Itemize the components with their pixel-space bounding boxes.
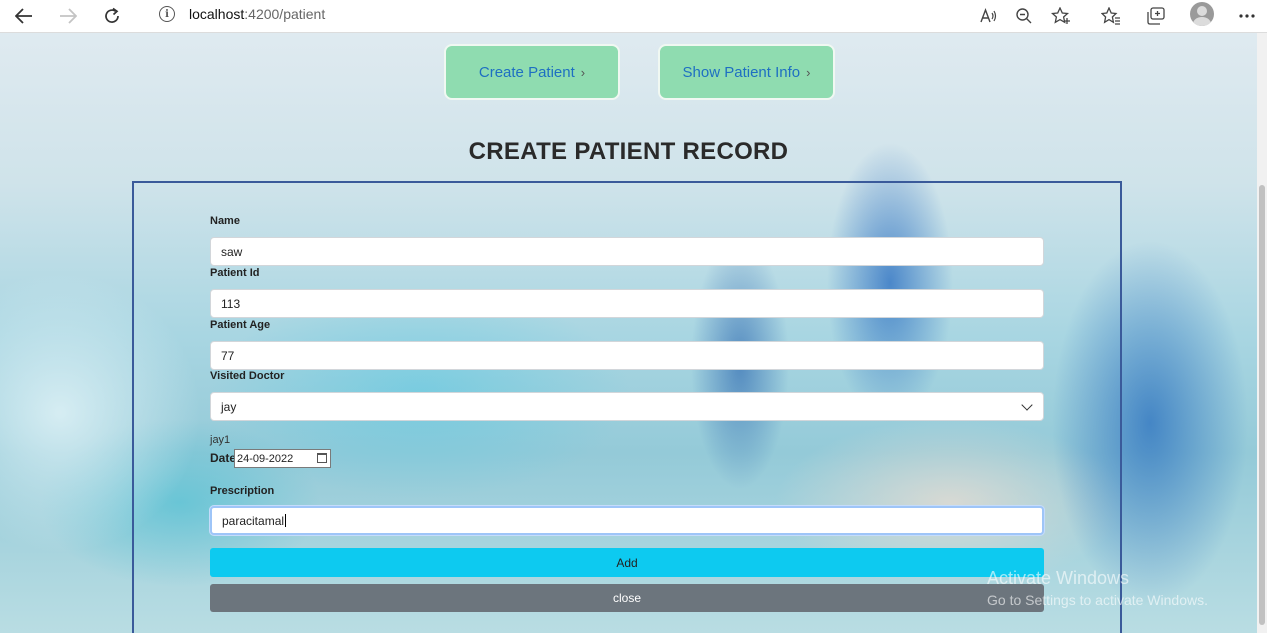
chevron-right-icon: › [580,64,586,80]
date-input[interactable]: 24-09-2022 [234,449,331,468]
create-patient-label: Create Patient [478,63,575,81]
name-input[interactable]: saw [210,237,1044,266]
chevron-right-icon: › [806,64,811,80]
forward-icon[interactable] [53,1,83,31]
patient-age-value: 77 [221,348,235,363]
visited-doctor-select[interactable]: jay [210,392,1044,421]
patient-id-label: Patient Id [210,267,260,279]
profile-avatar[interactable] [1190,2,1214,26]
zoom-out-icon[interactable] [1011,3,1037,29]
add-button[interactable]: Add [210,548,1044,577]
visited-doctor-value: jay [221,399,237,414]
show-patient-info-button[interactable]: Show Patient Info › [658,44,835,100]
page-content: Create Patient › Show Patient Info › CRE… [0,33,1257,633]
reload-icon[interactable] [97,1,127,31]
show-patient-info-label: Show Patient Info [682,63,801,81]
patient-id-value: 113 [221,296,241,311]
address-bar[interactable]: i localhost:4200/patient [140,0,1085,28]
page-title: CREATE PATIENT RECORD [468,138,789,165]
prescription-value: paracitamal [222,513,285,528]
collections-icon[interactable] [1143,3,1169,29]
calendar-icon[interactable] [317,453,327,463]
browser-toolbar: i localhost:4200/patient [0,0,1267,33]
watermark-title: Activate Windows [987,568,1130,588]
add-favorite-icon[interactable] [1048,3,1074,29]
create-patient-button[interactable]: Create Patient › [444,44,620,100]
patient-age-label: Patient Age [210,319,271,331]
more-icon[interactable] [1234,3,1260,29]
chevron-down-icon [1021,399,1033,411]
back-icon[interactable] [9,1,39,31]
close-button[interactable]: close [210,584,1044,612]
info-icon[interactable]: i [159,6,175,22]
visited-doctor-label: Visited Doctor [210,370,285,382]
patient-age-input[interactable]: 77 [210,341,1044,370]
url-text[interactable]: localhost:4200/patient [189,6,325,22]
watermark-subtitle: Go to Settings to activate Windows. [987,592,1208,608]
read-aloud-icon[interactable] [976,3,1002,29]
text-caret [285,514,287,527]
patient-id-input[interactable]: 113 [210,289,1044,318]
date-value: 24-09-2022 [237,452,294,465]
favorites-icon[interactable] [1098,3,1124,29]
prescription-input[interactable]: paracitamal [210,506,1044,535]
doctor-note: jay1 [210,434,231,446]
scrollbar-thumb[interactable] [1259,185,1265,625]
name-label: Name [210,215,240,227]
activate-windows-watermark: Activate Windows Go to Settings to activ… [987,568,1208,608]
date-label: Date [210,451,237,465]
prescription-label: Prescription [210,485,275,497]
name-value: saw [221,244,243,259]
